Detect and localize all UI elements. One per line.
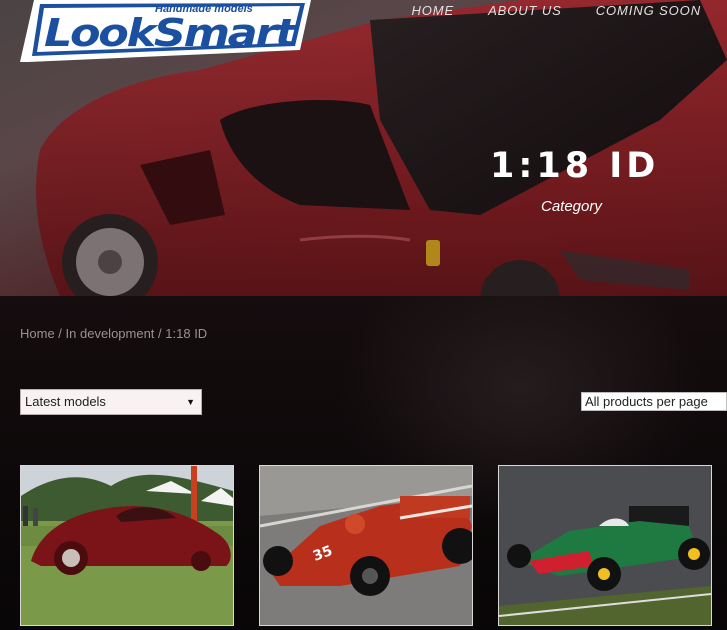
- sort-select[interactable]: Latest models ▼: [20, 389, 202, 415]
- nav-home[interactable]: HOME: [411, 3, 454, 18]
- per-page-value: All products per page: [585, 394, 708, 409]
- per-page-select[interactable]: All products per page: [581, 392, 727, 411]
- product-image-red-f1-car: 35: [260, 466, 472, 625]
- breadcrumb: Home / In development / 1:18 ID: [20, 326, 207, 341]
- nav-coming-soon[interactable]: COMING SOON: [596, 3, 701, 18]
- nav-about-us[interactable]: ABOUT US: [488, 3, 562, 18]
- breadcrumb-in-development[interactable]: In development: [66, 326, 155, 341]
- main-nav: HOME ABOUT US COMING SOON: [411, 3, 727, 18]
- breadcrumb-separator: /: [154, 326, 166, 341]
- sort-select-value: Latest models: [25, 394, 106, 409]
- breadcrumb-current: 1:18 ID: [165, 326, 208, 341]
- product-card-2[interactable]: 35: [259, 465, 473, 626]
- page-title: 1:18 ID: [490, 146, 660, 186]
- looksmart-logo[interactable]: Handmade models LookSmart: [20, 0, 311, 64]
- product-image-red-vintage-car: [21, 466, 233, 625]
- product-card-1[interactable]: [20, 465, 234, 626]
- product-card-3[interactable]: [498, 465, 712, 626]
- breadcrumb-home[interactable]: Home: [20, 326, 55, 341]
- page-subtitle: Category: [541, 198, 602, 215]
- category-content: Home / In development / 1:18 ID Latest m…: [0, 296, 727, 630]
- logo-wordmark: LookSmart: [44, 11, 298, 55]
- product-image-green-f1-car: [499, 466, 711, 625]
- breadcrumb-separator: /: [54, 326, 66, 341]
- dropdown-arrow-icon: ▼: [186, 397, 195, 407]
- hero-banner: Handmade models LookSmart HOME ABOUT US …: [0, 0, 727, 296]
